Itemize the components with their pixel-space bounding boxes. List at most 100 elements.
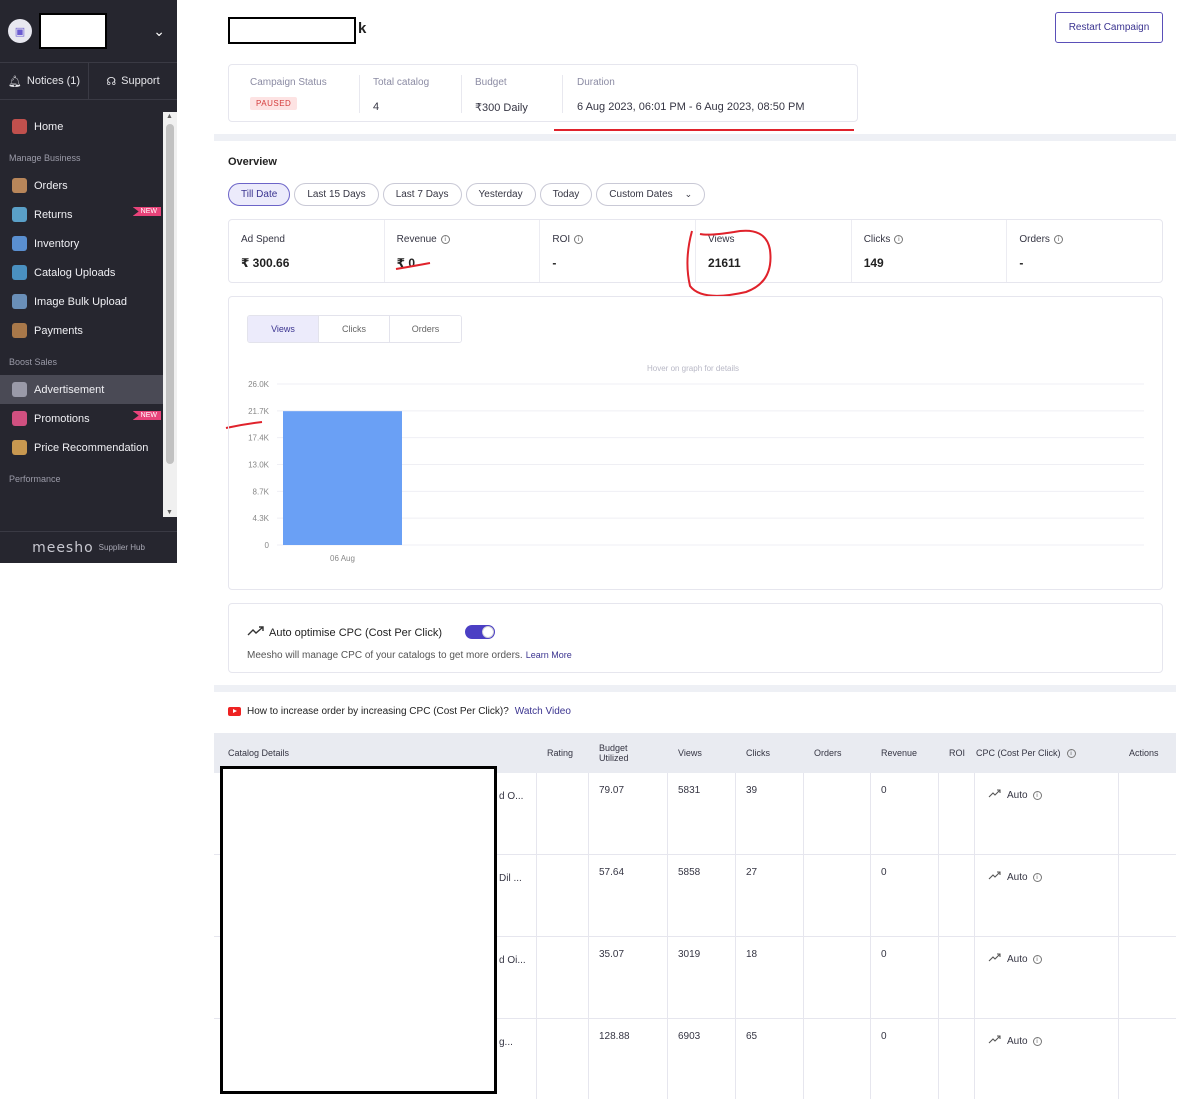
campaign-summary-card: Campaign Status PAUSED Total catalog 4 B…	[228, 64, 858, 122]
y-tick-label: 8.7K	[253, 487, 270, 496]
filter-pill-till-date[interactable]: Till Date	[228, 183, 291, 206]
views-cell: 6903	[678, 1031, 701, 1042]
meesho-logo: meesho	[32, 539, 94, 556]
sidebar-item-label: Home	[34, 120, 64, 133]
redacted-store-name	[39, 13, 107, 49]
chart-tab-clicks[interactable]: Clicks	[319, 316, 390, 342]
megaphone-icon	[12, 382, 27, 397]
chart-tab-views[interactable]: Views	[248, 316, 319, 342]
cpc-cell[interactable]: Auto i	[988, 871, 1042, 883]
metric-value: 21611	[708, 256, 741, 270]
filter-pill-last-7-days[interactable]: Last 7 Days	[382, 183, 462, 206]
sidebar-quick-links: 🔔︎ Notices (1) ☊ Support	[0, 63, 177, 100]
restart-campaign-button[interactable]: Restart Campaign	[1055, 12, 1163, 43]
info-icon[interactable]: i	[440, 235, 450, 244]
sidebar-menu: Home Manage Business Orders Returns NEW Inven…	[0, 112, 163, 517]
catalog-name-truncated: d O...	[499, 791, 524, 802]
x-tick-label: 06 Aug	[330, 554, 355, 563]
bar-06-aug[interactable]	[283, 411, 402, 545]
clipboard-icon	[12, 236, 27, 251]
sidebar-section-performance: Performance	[9, 474, 61, 484]
sidebar-item-inventory[interactable]: Inventory	[0, 229, 163, 258]
redacted-campaign-name	[228, 17, 356, 44]
sidebar-item-returns[interactable]: Returns NEW	[0, 200, 163, 229]
metric-revenue: Revenue i ₹ 0	[385, 220, 541, 282]
annotation-underline-duration	[554, 129, 854, 131]
column-header-roi[interactable]: ROI	[949, 733, 965, 773]
clicks-cell: 18	[746, 949, 758, 960]
info-icon[interactable]: i	[1053, 235, 1063, 244]
sidebar-item-price-recommendation[interactable]: Price Recommendation	[0, 433, 163, 462]
cpc-cell[interactable]: Auto i	[988, 1035, 1042, 1047]
sidebar-item-payments[interactable]: Payments	[0, 316, 163, 345]
section-divider-2	[214, 685, 1176, 692]
metric-value: -	[552, 256, 557, 270]
learn-more-link[interactable]: Learn More	[526, 650, 572, 660]
info-icon[interactable]: i	[1066, 748, 1076, 758]
y-tick-label: 0	[265, 541, 270, 550]
y-tick-label: 4.3K	[253, 514, 270, 523]
catalog-name-truncated: g...	[499, 1037, 513, 1048]
info-icon[interactable]: i	[574, 235, 584, 244]
sidebar-item-catalog-uploads[interactable]: Catalog Uploads	[0, 258, 163, 287]
sidebar-item-orders[interactable]: Orders	[0, 171, 163, 200]
column-header-cpc-cost-per-click[interactable]: CPC (Cost Per Click) i	[976, 733, 1076, 773]
cpc-cell[interactable]: Auto i	[988, 953, 1042, 965]
support-button[interactable]: ☊ Support	[89, 63, 177, 99]
metric-value: 149	[863, 256, 884, 270]
revenue-cell: 0	[881, 1031, 887, 1042]
filter-pill-last-15-days[interactable]: Last 15 Days	[294, 183, 379, 206]
store-icon[interactable]: ▣	[8, 19, 32, 43]
notices-button[interactable]: 🔔︎ Notices (1)	[0, 63, 89, 99]
column-header-views[interactable]: Views	[678, 733, 702, 773]
revenue-cell: 0	[881, 867, 887, 878]
sidebar-item-promotions[interactable]: Promotions NEW	[0, 404, 163, 433]
sidebar-item-advertisement[interactable]: Advertisement	[0, 375, 163, 404]
info-icon[interactable]: i	[1032, 790, 1042, 800]
budget-utilized-cell: 79.07	[599, 785, 625, 796]
scrollbar-thumb[interactable]	[166, 124, 174, 464]
upload-icon	[12, 265, 27, 280]
filter-pill-today[interactable]: Today	[539, 183, 593, 206]
metric-ad-spend: Ad Spend ₹ 300.66	[229, 220, 385, 282]
redacted-catalog-details	[220, 766, 497, 1094]
bell-icon: 🔔︎	[7, 75, 22, 88]
metric-value: ₹ 0	[396, 256, 416, 270]
cpc-value: Auto	[1007, 789, 1028, 801]
cpc-cell[interactable]: Auto i	[988, 789, 1042, 801]
info-icon[interactable]: i	[1032, 1036, 1042, 1046]
column-header-rating[interactable]: Rating	[547, 733, 573, 773]
truck-icon	[12, 207, 27, 222]
views-bar-chart[interactable]: 0 4.3K 8.7K 13.0K 17.4K 21.7K 26.0K 06 Aug	[229, 367, 1164, 567]
chart-tab-orders[interactable]: Orders	[390, 316, 461, 342]
watch-video-link[interactable]: Watch Video	[515, 706, 571, 717]
sidebar-scrollbar[interactable]: ▲ ▼	[163, 112, 177, 517]
info-icon[interactable]: i	[1032, 954, 1042, 964]
info-icon[interactable]: i	[894, 235, 904, 244]
scroll-down-arrow-icon[interactable]: ▼	[166, 509, 173, 516]
column-header-clicks[interactable]: Clicks	[746, 733, 770, 773]
sidebar-item-image-bulk-upload[interactable]: Image Bulk Upload	[0, 287, 163, 316]
y-tick-label: 13.0K	[248, 461, 270, 470]
column-header-actions[interactable]: Actions	[1129, 733, 1159, 773]
filter-pill-yesterday[interactable]: Yesterday	[465, 183, 536, 206]
info-icon[interactable]: i	[1032, 872, 1042, 882]
column-header-revenue[interactable]: Revenue	[881, 733, 917, 773]
views-chart-card: Views Clicks Orders Hover on graph for det…	[228, 296, 1163, 590]
sidebar-item-home[interactable]: Home	[0, 112, 163, 141]
sidebar-footer: meesho Supplier Hub	[0, 531, 177, 563]
column-header-orders[interactable]: Orders	[814, 733, 842, 773]
catalog-name-truncated: d Oi...	[499, 955, 526, 966]
chevron-down-icon[interactable]: ⌄	[153, 23, 165, 40]
auto-cpc-toggle[interactable]	[465, 625, 495, 639]
auto-cpc-title: Auto optimise CPC (Cost Per Click)	[247, 625, 442, 640]
scroll-up-arrow-icon[interactable]: ▲	[166, 113, 173, 120]
filter-pill-custom-dates[interactable]: Custom Dates ⌄	[596, 183, 706, 206]
metric-label: Orders	[1019, 234, 1050, 245]
trending-up-icon	[988, 953, 1002, 965]
home-icon	[12, 119, 27, 134]
revenue-cell: 0	[881, 785, 887, 796]
percent-icon	[12, 411, 27, 426]
column-header-budget-utilized[interactable]: Budget Utilized	[599, 733, 639, 773]
sidebar-item-label: Image Bulk Upload	[34, 295, 127, 308]
